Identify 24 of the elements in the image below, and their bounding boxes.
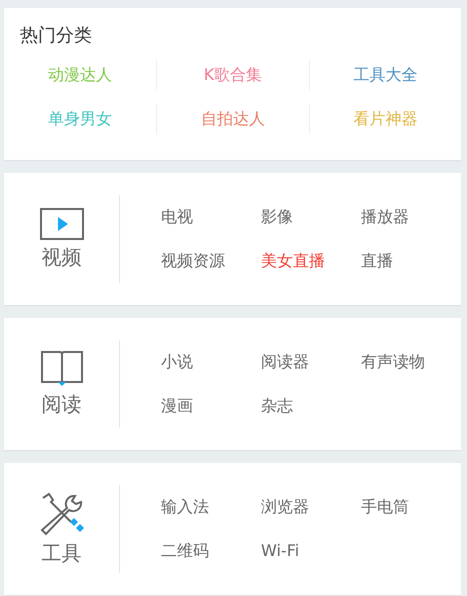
subcategory-link[interactable]: 阅读器 bbox=[261, 352, 309, 371]
book-icon bbox=[40, 350, 82, 386]
play-icon bbox=[40, 208, 84, 240]
subcategory-link[interactable]: 小说 bbox=[161, 352, 193, 371]
subcategory-link[interactable]: 杂志 bbox=[261, 396, 293, 415]
subcategory-link[interactable]: 输入法 bbox=[161, 497, 209, 516]
subcategory-link[interactable]: 有声读物 bbox=[361, 352, 425, 371]
wrench-screwdriver-icon bbox=[38, 492, 84, 536]
subcategory-link[interactable]: 美女直播 bbox=[261, 251, 325, 270]
category-title: 阅读 bbox=[42, 390, 82, 418]
subcategory-link[interactable]: 播放器 bbox=[361, 207, 409, 226]
subcategory-link[interactable]: 直播 bbox=[361, 251, 393, 270]
category-title: 工具 bbox=[42, 540, 82, 566]
subcategory-link[interactable]: Wi-Fi bbox=[261, 541, 300, 560]
subcategory-link[interactable]: 浏览器 bbox=[261, 497, 309, 516]
subcategory-link[interactable]: 漫画 bbox=[161, 396, 193, 415]
subcategory-link[interactable]: 电视 bbox=[161, 207, 193, 226]
category-link[interactable]: 工具大全 bbox=[353, 64, 418, 86]
subcategory-link[interactable]: 二维码 bbox=[161, 541, 209, 560]
subcategory-link[interactable]: 视频资源 bbox=[161, 251, 225, 270]
subcategory-link[interactable]: 手电筒 bbox=[361, 497, 409, 516]
subcategory-link[interactable]: 影像 bbox=[261, 207, 293, 226]
section-title: 热门分类 bbox=[19, 24, 93, 48]
category-title: 视频 bbox=[42, 244, 82, 270]
